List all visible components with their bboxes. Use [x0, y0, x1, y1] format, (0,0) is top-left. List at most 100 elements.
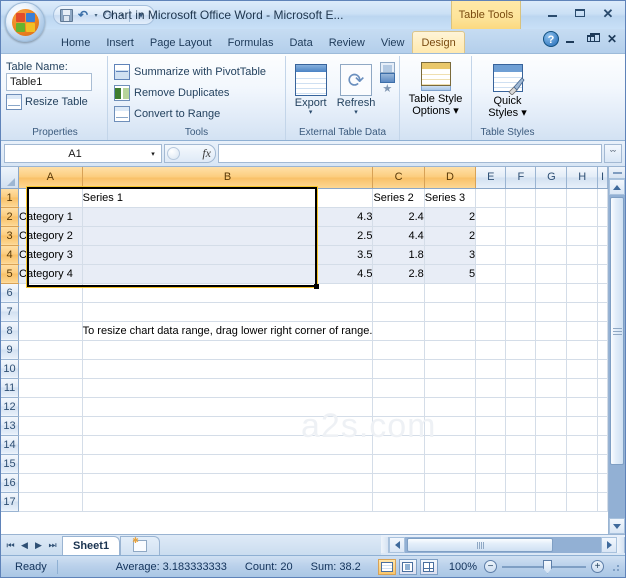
zoom-in-button[interactable]: + — [591, 560, 604, 573]
cell-C9[interactable] — [372, 340, 425, 360]
row-header-7[interactable]: 7 — [1, 302, 20, 322]
scroll-right-button[interactable] — [601, 537, 617, 553]
cell-C6[interactable] — [372, 283, 425, 303]
cell-C3[interactable]: 4.4 — [372, 226, 425, 246]
column-header-i[interactable]: I — [597, 167, 608, 189]
undo-dropdown-icon[interactable]: ▾ — [92, 12, 100, 19]
cell-A6[interactable] — [18, 283, 83, 303]
cell-F10[interactable] — [505, 359, 537, 379]
view-page-break-button[interactable] — [419, 558, 438, 575]
redo-dropdown-icon[interactable]: ▾ — [118, 12, 126, 19]
convert-to-range-button[interactable]: Convert to Range — [111, 103, 282, 124]
cell-E7[interactable] — [475, 302, 507, 322]
cell-E17[interactable] — [475, 492, 507, 512]
tab-formulas[interactable]: Formulas — [220, 32, 282, 53]
zoom-slider[interactable]: − + — [484, 559, 604, 574]
resize-grip-icon[interactable] — [609, 561, 621, 573]
column-header-d[interactable]: D — [424, 167, 477, 189]
cell-C2[interactable]: 2.4 — [372, 207, 425, 227]
cell-F6[interactable] — [505, 283, 537, 303]
cell-G12[interactable] — [535, 397, 568, 417]
cell-B14[interactable] — [82, 435, 374, 455]
name-box[interactable]: A1 ▾ — [4, 144, 162, 163]
cell-E13[interactable] — [475, 416, 507, 436]
row-header-8[interactable]: 8 — [1, 321, 20, 341]
cell-A9[interactable] — [18, 340, 83, 360]
cell-G6[interactable] — [535, 283, 568, 303]
cell-B10[interactable] — [82, 359, 374, 379]
cell-D7[interactable] — [424, 302, 477, 322]
cell-I14[interactable] — [597, 435, 608, 455]
cell-B7[interactable] — [82, 302, 374, 322]
doc-close-button[interactable]: ✕ — [602, 31, 622, 47]
cell-F3[interactable] — [505, 226, 537, 246]
tab-home[interactable]: Home — [53, 32, 98, 53]
vertical-scroll-thumb[interactable] — [610, 197, 624, 465]
cell-F8[interactable] — [505, 321, 537, 341]
cell-C17[interactable] — [372, 492, 425, 512]
cell-D15[interactable] — [424, 454, 477, 474]
zoom-out-button[interactable]: − — [484, 560, 497, 573]
cell-H2[interactable] — [566, 207, 599, 227]
formula-input[interactable] — [218, 144, 602, 163]
cell-C7[interactable] — [372, 302, 425, 322]
cell-F16[interactable] — [505, 473, 537, 493]
quick-styles-label-line2[interactable]: Styles ▾ — [488, 107, 527, 119]
cell-E10[interactable] — [475, 359, 507, 379]
first-sheet-button[interactable]: ⏮ — [4, 538, 17, 553]
name-box-dropdown-icon[interactable]: ▾ — [145, 150, 161, 158]
cell-E4[interactable] — [475, 245, 507, 265]
cell-H17[interactable] — [566, 492, 599, 512]
cell-E11[interactable] — [475, 378, 507, 398]
cell-B1[interactable]: Series 1 — [82, 188, 374, 208]
expand-formula-bar-button[interactable]: ˇˇ — [604, 144, 622, 163]
cell-A17[interactable] — [18, 492, 83, 512]
cell-D10[interactable] — [424, 359, 477, 379]
zoom-track[interactable] — [502, 559, 586, 574]
cell-C13[interactable] — [372, 416, 425, 436]
cell-D14[interactable] — [424, 435, 477, 455]
redo-button[interactable]: ↷ — [101, 7, 117, 23]
cell-A1[interactable] — [18, 188, 83, 208]
cell-B17[interactable] — [82, 492, 374, 512]
tab-insert[interactable]: Insert — [98, 32, 142, 53]
cell-G9[interactable] — [535, 340, 568, 360]
cell-A15[interactable] — [18, 454, 83, 474]
row-header-16[interactable]: 16 — [1, 473, 20, 493]
cell-G3[interactable] — [535, 226, 568, 246]
cell-B8[interactable]: To resize chart data range, drag lower r… — [82, 321, 374, 341]
cell-A13[interactable] — [18, 416, 83, 436]
next-sheet-button[interactable]: ▶ — [32, 538, 45, 553]
view-page-layout-button[interactable] — [398, 558, 417, 575]
prev-sheet-button[interactable]: ◀ — [18, 538, 31, 553]
cell-D4[interactable]: 3 — [424, 245, 477, 265]
cell-G4[interactable] — [535, 245, 568, 265]
cell-I7[interactable] — [597, 302, 608, 322]
cell-H10[interactable] — [566, 359, 599, 379]
row-header-15[interactable]: 15 — [1, 454, 20, 474]
cell-G14[interactable] — [535, 435, 568, 455]
cell-I10[interactable] — [597, 359, 608, 379]
tab-design[interactable]: Design — [412, 31, 465, 53]
cell-D2[interactable]: 2 — [424, 207, 477, 227]
insert-worksheet-button[interactable] — [120, 536, 161, 555]
column-header-b[interactable]: B — [82, 167, 374, 189]
column-header-h[interactable]: H — [566, 167, 599, 189]
horizontal-scroll-thumb[interactable] — [407, 538, 553, 552]
cell-C16[interactable] — [372, 473, 425, 493]
cell-H16[interactable] — [566, 473, 599, 493]
cell-B6[interactable] — [82, 283, 374, 303]
cell-E9[interactable] — [475, 340, 507, 360]
minimize-button[interactable] — [539, 4, 565, 22]
cell-C14[interactable] — [372, 435, 425, 455]
cell-C1[interactable]: Series 2 — [372, 188, 425, 208]
cell-F15[interactable] — [505, 454, 537, 474]
column-header-f[interactable]: F — [505, 167, 537, 189]
cell-B4[interactable]: 3.5 — [82, 245, 374, 265]
cell-F14[interactable] — [505, 435, 537, 455]
row-header-11[interactable]: 11 — [1, 378, 20, 398]
cell-D11[interactable] — [424, 378, 477, 398]
unlink-icon[interactable]: ★ — [380, 83, 395, 96]
tab-data[interactable]: Data — [281, 32, 320, 53]
quick-styles-label-line1[interactable]: Quick — [493, 95, 521, 107]
